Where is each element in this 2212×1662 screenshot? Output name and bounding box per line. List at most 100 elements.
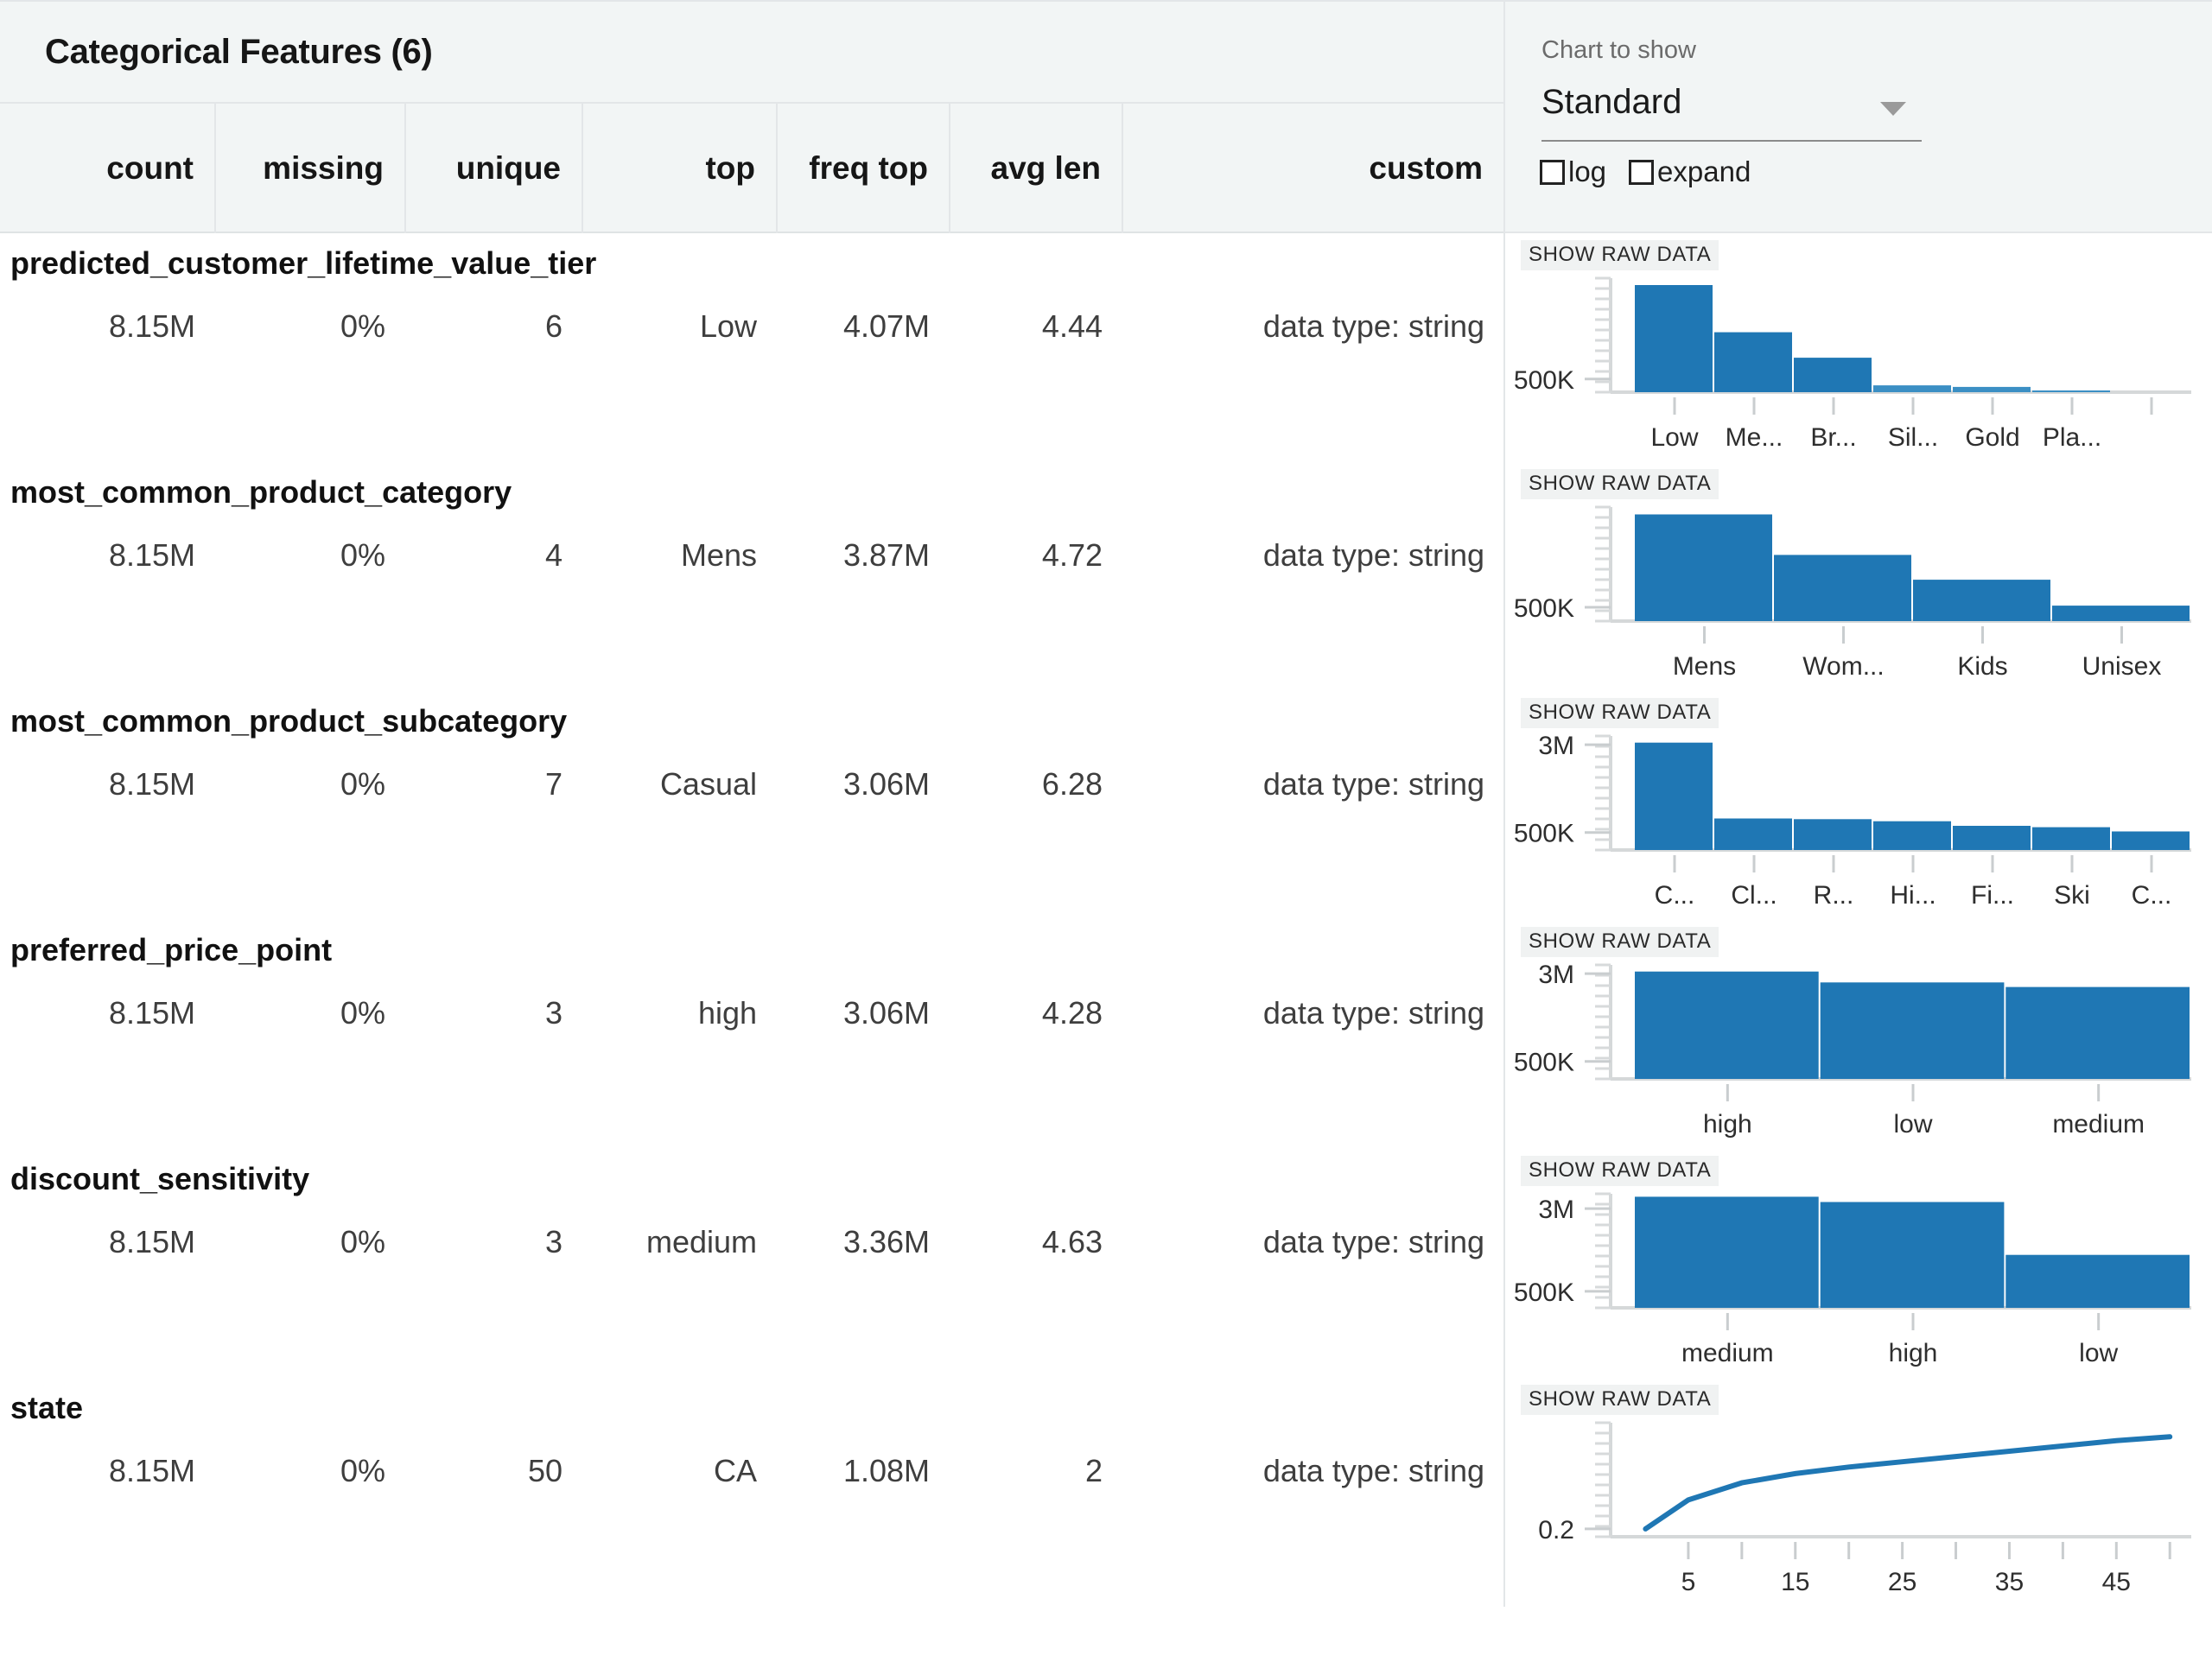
- x-tick-label: 35: [1995, 1568, 2024, 1596]
- chart-most_common_product_category[interactable]: MensWom...KidsUnisex500K: [1505, 498, 2212, 687]
- show-raw-data-button[interactable]: SHOW RAW DATA: [1521, 698, 1719, 728]
- cell-avg_len: 4.28: [950, 987, 1123, 1039]
- cell-top: CA: [583, 1445, 778, 1497]
- column-header-count[interactable]: count: [0, 104, 216, 233]
- x-tick-label: Me...: [1726, 423, 1783, 452]
- column-header-avg_len[interactable]: avg len: [950, 104, 1123, 233]
- cell-missing: 0%: [216, 530, 406, 581]
- show-raw-data-button[interactable]: SHOW RAW DATA: [1521, 469, 1719, 499]
- bar[interactable]: [1873, 821, 1951, 850]
- cell-count: 8.15M: [0, 1216, 216, 1268]
- expand-checkbox[interactable]: expand: [1629, 155, 1751, 188]
- cell-count: 8.15M: [0, 987, 216, 1039]
- chart-list: SHOW RAW DATALowMe...Br...Sil...GoldPla.…: [1505, 233, 2212, 1607]
- bar[interactable]: [1821, 982, 2005, 1079]
- bar[interactable]: [1953, 826, 2031, 850]
- cell-freq_top: 3.36M: [778, 1216, 950, 1268]
- bar[interactable]: [1714, 333, 1792, 392]
- line-series[interactable]: [1645, 1437, 2170, 1529]
- cell-avg_len: 4.63: [950, 1216, 1123, 1268]
- cell-top: medium: [583, 1216, 778, 1268]
- cell-missing: 0%: [216, 987, 406, 1039]
- chart-slot: SHOW RAW DATAhighlowmedium3M500K: [1505, 920, 2212, 1149]
- table-header-row: countmissinguniquetopfreq topavg lencust…: [0, 104, 1505, 233]
- cell-unique: 7: [406, 758, 583, 810]
- bar[interactable]: [1794, 819, 1872, 850]
- expand-checkbox-label: expand: [1657, 155, 1751, 188]
- cell-count: 8.15M: [0, 530, 216, 581]
- bar[interactable]: [2032, 390, 2110, 392]
- cell-freq_top: 1.08M: [778, 1445, 950, 1497]
- show-raw-data-button[interactable]: SHOW RAW DATA: [1521, 240, 1719, 270]
- feature-name: most_common_product_category: [10, 474, 512, 511]
- bar[interactable]: [1913, 580, 2050, 621]
- x-tick-label: 5: [1681, 1568, 1696, 1596]
- bar[interactable]: [1774, 555, 1911, 621]
- bar[interactable]: [1635, 743, 1713, 850]
- table-title-bar: Categorical Features (6): [0, 2, 1505, 104]
- x-tick-label: Br...: [1810, 423, 1856, 452]
- bar[interactable]: [1953, 387, 2031, 392]
- bar[interactable]: [1714, 819, 1792, 851]
- cell-avg_len: 6.28: [950, 758, 1123, 810]
- chart-option-checkboxes: log expand: [1540, 155, 1773, 188]
- table-row: preferred_price_point8.15M0%3high3.06M4.…: [0, 920, 1505, 1149]
- y-tick-label: 500K: [1514, 594, 1574, 623]
- column-header-custom[interactable]: custom: [1123, 104, 1505, 233]
- column-header-missing[interactable]: missing: [216, 104, 406, 233]
- x-tick-label: 15: [1781, 1568, 1809, 1596]
- y-tick-label: 500K: [1514, 1278, 1574, 1307]
- chart-slot: SHOW RAW DATAC...Cl...R...Hi...Fi...SkiC…: [1505, 691, 2212, 920]
- feature-name: preferred_price_point: [10, 932, 332, 968]
- bar[interactable]: [2032, 828, 2110, 850]
- chart-discount_sensitivity[interactable]: mediumhighlow3M500K: [1505, 1185, 2212, 1373]
- cell-custom: data type: string: [1123, 530, 1505, 581]
- x-tick-label: 25: [1888, 1568, 1916, 1596]
- bar[interactable]: [1821, 1202, 2005, 1309]
- chart-most_common_product_subcategory[interactable]: C...Cl...R...Hi...Fi...SkiC...3M500K: [1505, 727, 2212, 916]
- y-tick-label: 3M: [1538, 732, 1574, 760]
- column-header-unique[interactable]: unique: [406, 104, 583, 233]
- chart-slot: SHOW RAW DATAMensWom...KidsUnisex500K: [1505, 462, 2212, 691]
- cell-count: 8.15M: [0, 758, 216, 810]
- cell-avg_len: 4.44: [950, 301, 1123, 352]
- table-row: most_common_product_subcategory8.15M0%7C…: [0, 691, 1505, 920]
- bar[interactable]: [2005, 1255, 2190, 1308]
- x-tick-label: Wom...: [1802, 652, 1884, 681]
- x-tick-label: Low: [1650, 423, 1698, 452]
- bar[interactable]: [1635, 515, 1772, 622]
- show-raw-data-button[interactable]: SHOW RAW DATA: [1521, 927, 1719, 957]
- feature-name: discount_sensitivity: [10, 1161, 309, 1197]
- bar[interactable]: [1635, 285, 1713, 392]
- chart-preferred_price_point[interactable]: highlowmedium3M500K: [1505, 956, 2212, 1145]
- log-checkbox[interactable]: log: [1540, 155, 1606, 188]
- cell-freq_top: 3.06M: [778, 987, 950, 1039]
- bar[interactable]: [1635, 972, 1819, 1079]
- cell-avg_len: 2: [950, 1445, 1123, 1497]
- show-raw-data-button[interactable]: SHOW RAW DATA: [1521, 1156, 1719, 1186]
- bar[interactable]: [2052, 606, 2190, 621]
- x-tick-label: low: [2079, 1339, 2118, 1367]
- bar[interactable]: [1873, 385, 1951, 392]
- bar[interactable]: [1635, 1196, 1819, 1308]
- x-tick-label: high: [1889, 1339, 1938, 1367]
- column-header-freq_top[interactable]: freq top: [778, 104, 950, 233]
- x-tick-label: medium: [2052, 1110, 2145, 1139]
- cell-freq_top: 3.87M: [778, 530, 950, 581]
- summary-panel: Categorical Features (6) countmissinguni…: [0, 0, 2212, 1660]
- table-row: discount_sensitivity8.15M0%3medium3.36M4…: [0, 1149, 1505, 1378]
- cell-unique: 4: [406, 530, 583, 581]
- bar[interactable]: [1794, 358, 1872, 392]
- bar[interactable]: [2005, 987, 2190, 1079]
- y-tick-label: 500K: [1514, 366, 1574, 395]
- column-header-top[interactable]: top: [583, 104, 778, 233]
- chart-state[interactable]: 5152535450.2: [1505, 1414, 2212, 1602]
- chart-slot: SHOW RAW DATALowMe...Br...Sil...GoldPla.…: [1505, 233, 2212, 462]
- chart-predicted_customer_lifetime_value_tier[interactable]: LowMe...Br...Sil...GoldPla...500K: [1505, 270, 2212, 458]
- chart-to-show-label: Chart to show: [1541, 36, 1696, 65]
- cell-custom: data type: string: [1123, 1445, 1505, 1497]
- cell-unique: 6: [406, 301, 583, 352]
- chart-to-show-select[interactable]: Standard: [1541, 78, 1922, 142]
- show-raw-data-button[interactable]: SHOW RAW DATA: [1521, 1385, 1719, 1415]
- bar[interactable]: [2112, 832, 2190, 851]
